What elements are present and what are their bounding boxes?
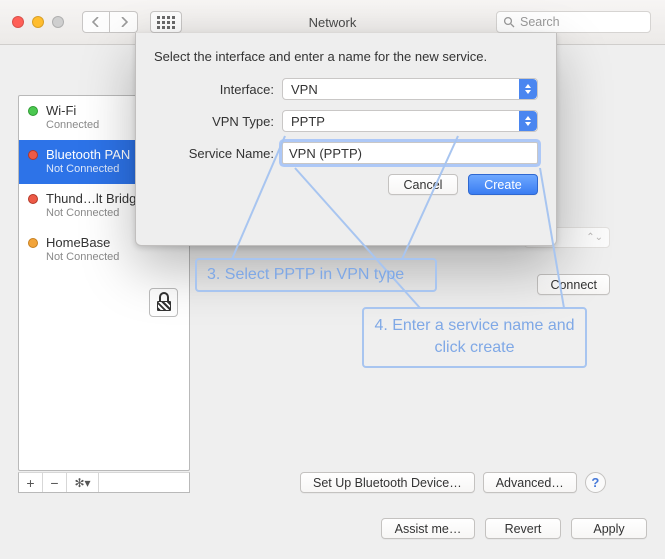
chevron-updown-icon <box>519 111 537 131</box>
service-name-field[interactable]: VPN (PPTP) <box>282 142 538 164</box>
show-all-prefs-button[interactable] <box>150 11 182 33</box>
service-actions-menu[interactable]: ✻▾ <box>67 473 99 492</box>
vpn-type-label: VPN Type: <box>154 114 274 129</box>
service-name: Thund…lt Bridge <box>46 191 144 207</box>
status-dot-icon <box>28 106 38 116</box>
annotation-step-4: 4. Enter a service name and click create <box>362 307 587 368</box>
new-service-sheet: Select the interface and enter a name fo… <box>135 33 557 246</box>
status-dot-icon <box>28 150 38 160</box>
service-status: Not Connected <box>46 207 144 221</box>
status-dot-icon <box>28 194 38 204</box>
status-dot-icon <box>28 238 38 248</box>
interface-value: VPN <box>291 82 318 97</box>
search-input[interactable]: Search <box>496 11 651 33</box>
back-button[interactable] <box>82 11 110 33</box>
setup-bluetooth-button[interactable]: Set Up Bluetooth Device… <box>300 472 475 493</box>
remove-service-button[interactable]: − <box>43 473 67 492</box>
chevron-right-icon <box>120 17 128 27</box>
vpn-type-value: PPTP <box>291 114 325 129</box>
service-name: Wi-Fi <box>46 103 99 119</box>
service-name: Bluetooth PAN <box>46 147 130 163</box>
annotation-step-3: 3. Select PPTP in VPN type <box>195 258 437 292</box>
apply-button[interactable]: Apply <box>571 518 647 539</box>
search-icon <box>503 16 515 28</box>
service-status: Connected <box>46 119 99 133</box>
forward-button[interactable] <box>110 11 138 33</box>
vpn-type-select[interactable]: PPTP <box>282 110 538 132</box>
create-button[interactable]: Create <box>468 174 538 195</box>
connect-button[interactable]: Connect <box>537 274 610 295</box>
chevron-updown-icon: ⌃⌄ <box>586 232 603 243</box>
interface-select[interactable]: VPN <box>282 78 538 100</box>
chevron-left-icon <box>92 17 100 27</box>
sheet-prompt: Select the interface and enter a name fo… <box>154 49 538 64</box>
close-window-icon[interactable] <box>12 16 24 28</box>
service-status: Not Connected <box>46 163 130 177</box>
service-name: HomeBase <box>46 235 119 251</box>
traffic-lights <box>12 16 64 28</box>
service-list-controls: + − ✻▾ <box>18 472 190 493</box>
lock-button[interactable] <box>149 288 178 317</box>
chevron-updown-icon <box>519 79 537 99</box>
zoom-window-icon <box>52 16 64 28</box>
service-status: Not Connected <box>46 251 119 265</box>
nav-back-forward <box>82 11 138 33</box>
add-service-button[interactable]: + <box>19 473 43 492</box>
revert-button[interactable]: Revert <box>485 518 561 539</box>
advanced-button[interactable]: Advanced… <box>483 472 577 493</box>
interface-label: Interface: <box>154 82 274 97</box>
minimize-window-icon[interactable] <box>32 16 44 28</box>
help-button[interactable]: ? <box>585 472 606 493</box>
assist-me-button[interactable]: Assist me… <box>381 518 475 539</box>
cancel-button[interactable]: Cancel <box>388 174 458 195</box>
service-name-value: VPN (PPTP) <box>289 146 362 161</box>
service-name-label: Service Name: <box>154 146 274 161</box>
search-placeholder: Search <box>520 15 560 29</box>
